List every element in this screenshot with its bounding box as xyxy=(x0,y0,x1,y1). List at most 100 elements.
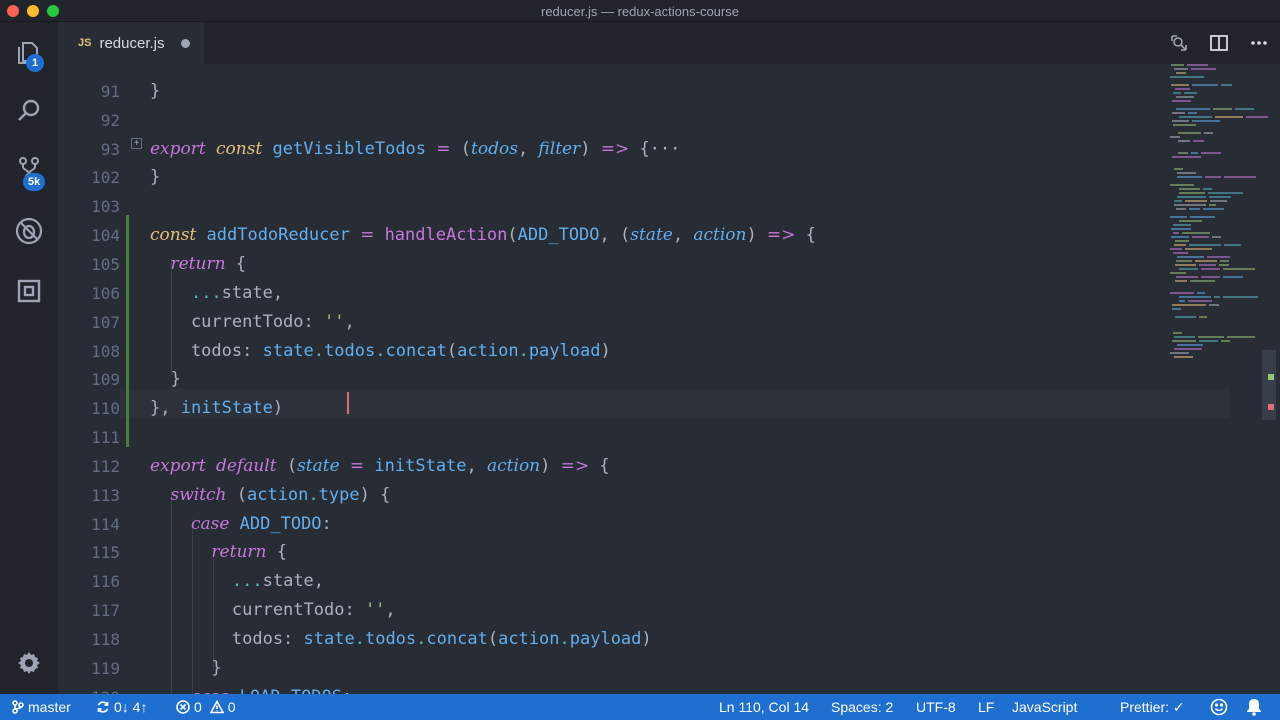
line-number: 107 xyxy=(91,312,120,332)
line-number: 108 xyxy=(91,341,120,361)
minimap-stroke xyxy=(1175,280,1187,282)
code-line[interactable]: 91} xyxy=(58,77,1168,106)
scrollbar-cursor-marker xyxy=(1268,404,1274,410)
prettier-status[interactable]: Prettier: ✓ xyxy=(1120,699,1185,716)
minimap-stroke xyxy=(1170,248,1182,250)
code-line[interactable]: 112 export default (state = initState, ac… xyxy=(58,452,1168,481)
minimap-stroke xyxy=(1178,140,1190,142)
minimap-stroke xyxy=(1184,92,1197,94)
minimap-stroke xyxy=(1213,108,1232,110)
code-line[interactable]: 114 case ADD_TODO: xyxy=(58,510,1168,539)
line-number: 109 xyxy=(91,370,120,390)
scrollbar-change-marker xyxy=(1268,374,1274,380)
minimap-stroke xyxy=(1195,260,1217,262)
code-line[interactable]: 117 currentTodo: '', xyxy=(58,596,1168,625)
encoding-setting[interactable]: UTF-8 xyxy=(916,699,956,715)
unsaved-dot-icon[interactable] xyxy=(180,38,190,48)
minimap-stroke xyxy=(1223,296,1258,298)
code-line[interactable]: 107 currentTodo: '', xyxy=(58,308,1168,337)
open-changes-icon[interactable] xyxy=(1168,32,1190,54)
more-actions-icon[interactable] xyxy=(1248,32,1270,54)
minimap-stroke xyxy=(1170,292,1194,294)
code-editor[interactable]: + 91} 92 93 export const getVisibleTodos = … xyxy=(58,64,1280,694)
line-code: todos: state.todos.concat(action.payload… xyxy=(150,629,652,649)
minimap-stroke xyxy=(1209,204,1216,206)
code-line[interactable]: 118 todos: state.todos.concat(action.pay… xyxy=(58,625,1168,654)
minimap-stroke xyxy=(1188,300,1212,302)
window-title: reducer.js — redux-actions-course xyxy=(541,4,739,19)
line-code: currentTodo: '', xyxy=(150,311,365,332)
minimap-stroke xyxy=(1172,100,1191,102)
code-line[interactable]: 93 export const getVisibleTodos = (todos,… xyxy=(58,135,1168,164)
indentation-setting[interactable]: Spaces: 2 xyxy=(831,699,893,715)
line-code: } xyxy=(150,167,161,188)
code-line[interactable]: 115 return { xyxy=(58,538,1168,567)
feedback-smiley-icon[interactable] xyxy=(1210,698,1228,716)
minimap-stroke xyxy=(1179,268,1198,270)
problems-indicator[interactable]: 0 0 xyxy=(176,699,236,715)
minimap-stroke xyxy=(1175,264,1196,266)
split-editor-icon[interactable] xyxy=(1208,32,1230,54)
eol-setting[interactable]: LF xyxy=(978,699,994,715)
error-count: 0 xyxy=(194,699,202,715)
language-mode[interactable]: JavaScript xyxy=(1012,699,1077,715)
minimap-stroke xyxy=(1176,208,1186,210)
minimap-stroke xyxy=(1191,152,1198,154)
extensions-icon[interactable] xyxy=(12,274,46,308)
minimap-stroke xyxy=(1173,332,1182,334)
code-line[interactable]: 102} xyxy=(58,163,1168,192)
line-number: 104 xyxy=(91,226,120,246)
sync-indicator[interactable]: 0↓ 4↑ xyxy=(96,699,147,715)
tab-reducer-js[interactable]: JS reducer.js xyxy=(58,22,204,64)
line-code: } xyxy=(150,80,161,101)
code-line[interactable]: 106 ...state, xyxy=(58,279,1168,308)
code-line[interactable] xyxy=(58,64,1168,77)
code-line[interactable]: 111 xyxy=(58,423,1168,452)
minimap-stroke xyxy=(1189,208,1200,210)
minimap[interactable] xyxy=(1166,64,1276,694)
code-line[interactable]: 116 ...state, xyxy=(58,567,1168,596)
code-line[interactable]: 104 const addTodoReducer = handleAction(A… xyxy=(58,221,1168,250)
minimap-stroke xyxy=(1185,200,1207,202)
line-code: ...state, xyxy=(190,282,284,303)
code-line[interactable]: 105 return { xyxy=(58,250,1168,279)
editor-actions xyxy=(1168,32,1270,54)
debug-icon[interactable] xyxy=(12,214,46,248)
tab-bar: JS reducer.js xyxy=(58,22,1280,64)
code-line[interactable]: 119 } xyxy=(58,654,1168,683)
minimap-stroke xyxy=(1175,316,1196,318)
minimap-stroke xyxy=(1176,96,1194,98)
sync-icon xyxy=(97,701,109,713)
minimap-stroke xyxy=(1177,176,1202,178)
code-line[interactable]: 113 switch (action.type) { xyxy=(58,481,1168,510)
branch-indicator[interactable]: master xyxy=(12,699,71,715)
minimap-stroke xyxy=(1219,264,1229,266)
code-line[interactable]: 92 xyxy=(58,106,1168,135)
code-line[interactable]: 110}, initState) xyxy=(58,394,1168,423)
minimap-stroke xyxy=(1215,116,1243,118)
minimap-stroke xyxy=(1170,136,1180,138)
minimap-stroke xyxy=(1172,304,1206,306)
minimap-stroke xyxy=(1182,232,1210,234)
code-line[interactable]: 103 xyxy=(58,192,1168,221)
minimap-stroke xyxy=(1187,64,1208,66)
minimap-stroke xyxy=(1170,216,1187,218)
cursor-position[interactable]: Ln 110, Col 14 xyxy=(719,699,809,715)
notifications-bell-icon[interactable] xyxy=(1246,698,1262,716)
line-code: return { xyxy=(170,253,247,274)
code-line[interactable]: 109 } xyxy=(58,365,1168,394)
line-code: }, initState) xyxy=(150,398,284,419)
minimap-stroke xyxy=(1172,340,1196,342)
settings-gear-icon[interactable] xyxy=(12,646,46,680)
minimap-stroke xyxy=(1176,260,1192,262)
source-control-badge: 5k xyxy=(23,173,46,191)
minimap-stroke xyxy=(1203,188,1212,190)
code-line[interactable]: 120 case LOAD_TODOS: xyxy=(58,683,1168,694)
line-code: switch (action.type) { xyxy=(170,484,391,505)
minimap-stroke xyxy=(1190,216,1215,218)
search-icon[interactable] xyxy=(12,94,46,128)
minimap-stroke xyxy=(1178,132,1201,134)
code-line[interactable]: 108 todos: state.todos.concat(action.pay… xyxy=(58,337,1168,366)
minimap-stroke xyxy=(1223,276,1243,278)
line-code: } xyxy=(150,657,222,678)
